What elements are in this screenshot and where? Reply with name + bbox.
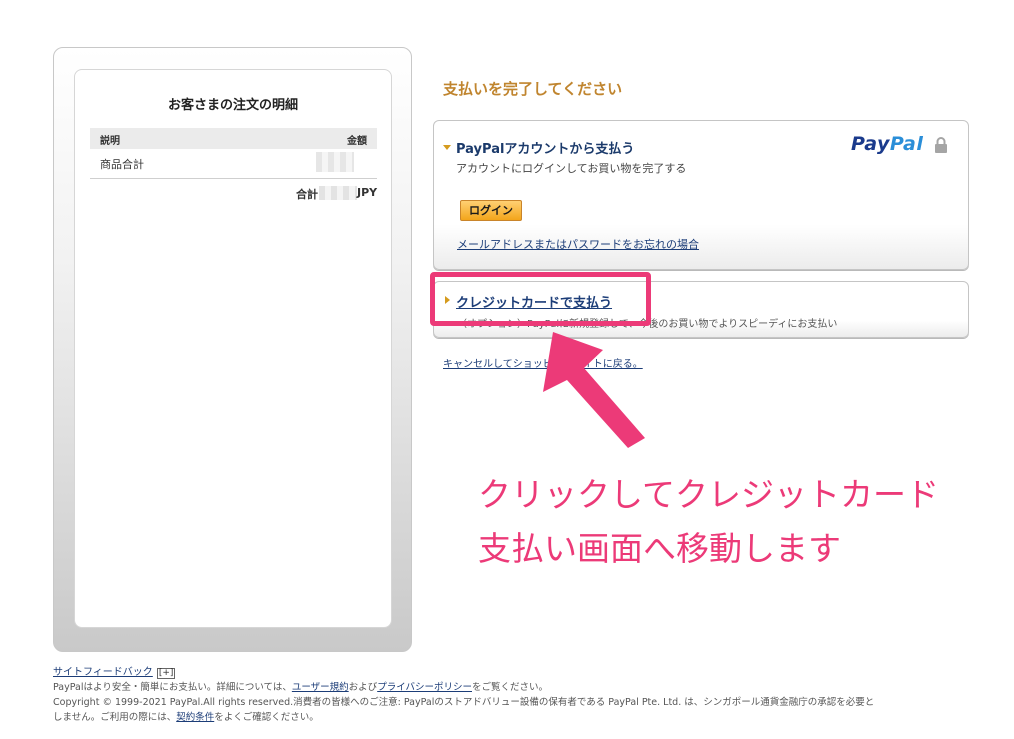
column-description: 説明 — [100, 136, 120, 147]
cancel-return-link[interactable]: キャンセルしてショッピングサイトに戻る。 — [443, 355, 643, 370]
lock-icon — [935, 137, 947, 153]
site-feedback-link[interactable]: サイトフィードバック — [53, 667, 153, 678]
forgot-credentials-link[interactable]: メールアドレスまたはパスワードをお忘れの場合 — [457, 236, 699, 252]
footer-line-1: PayPalはより安全・簡単にお支払い。詳細については、ユーザー規約およびプライ… — [53, 682, 549, 693]
order-table-header: 説明 金額 — [90, 128, 377, 149]
highlight-box — [430, 272, 651, 326]
column-amount: 金額 — [347, 136, 367, 147]
privacy-policy-link[interactable]: プライバシーポリシー — [377, 682, 472, 693]
login-button[interactable]: ログイン — [460, 200, 522, 221]
subtotal-amount-redacted — [316, 152, 354, 172]
subtotal-label: 商品合計 — [100, 158, 144, 171]
total-amount-redacted — [319, 186, 357, 200]
paypal-logo: PayPal — [851, 133, 924, 155]
total-label: 合計 — [296, 188, 318, 201]
contract-terms-link[interactable]: 契約条件 — [176, 712, 214, 723]
page-title: 支払いを完了してください — [443, 80, 623, 98]
total-currency: JPY — [357, 186, 378, 199]
chevron-down-icon — [443, 145, 451, 150]
paypal-account-option-title[interactable]: PayPalアカウントから支払う — [456, 138, 634, 157]
order-summary-title: お客さまの注文の明細 — [167, 98, 298, 113]
annotation-text: クリックしてクレジットカード支払い画面へ移動します — [478, 475, 940, 568]
divider — [90, 178, 377, 179]
feedback-toggle-button[interactable]: [+] — [156, 668, 176, 679]
paypal-account-option-subtitle: アカウントにログインしてお買い物を完了する — [456, 162, 687, 175]
user-agreement-link[interactable]: ユーザー規約 — [292, 682, 349, 693]
footer: サイトフィードバック [+] PayPalはより安全・簡単にお支払い。詳細について… — [53, 665, 973, 725]
footer-line-3: しません。ご利用の際には、契約条件をよくご確認ください。 — [53, 712, 319, 723]
footer-copyright: Copyright © 1999-2021 PayPal.All rights … — [53, 697, 875, 708]
